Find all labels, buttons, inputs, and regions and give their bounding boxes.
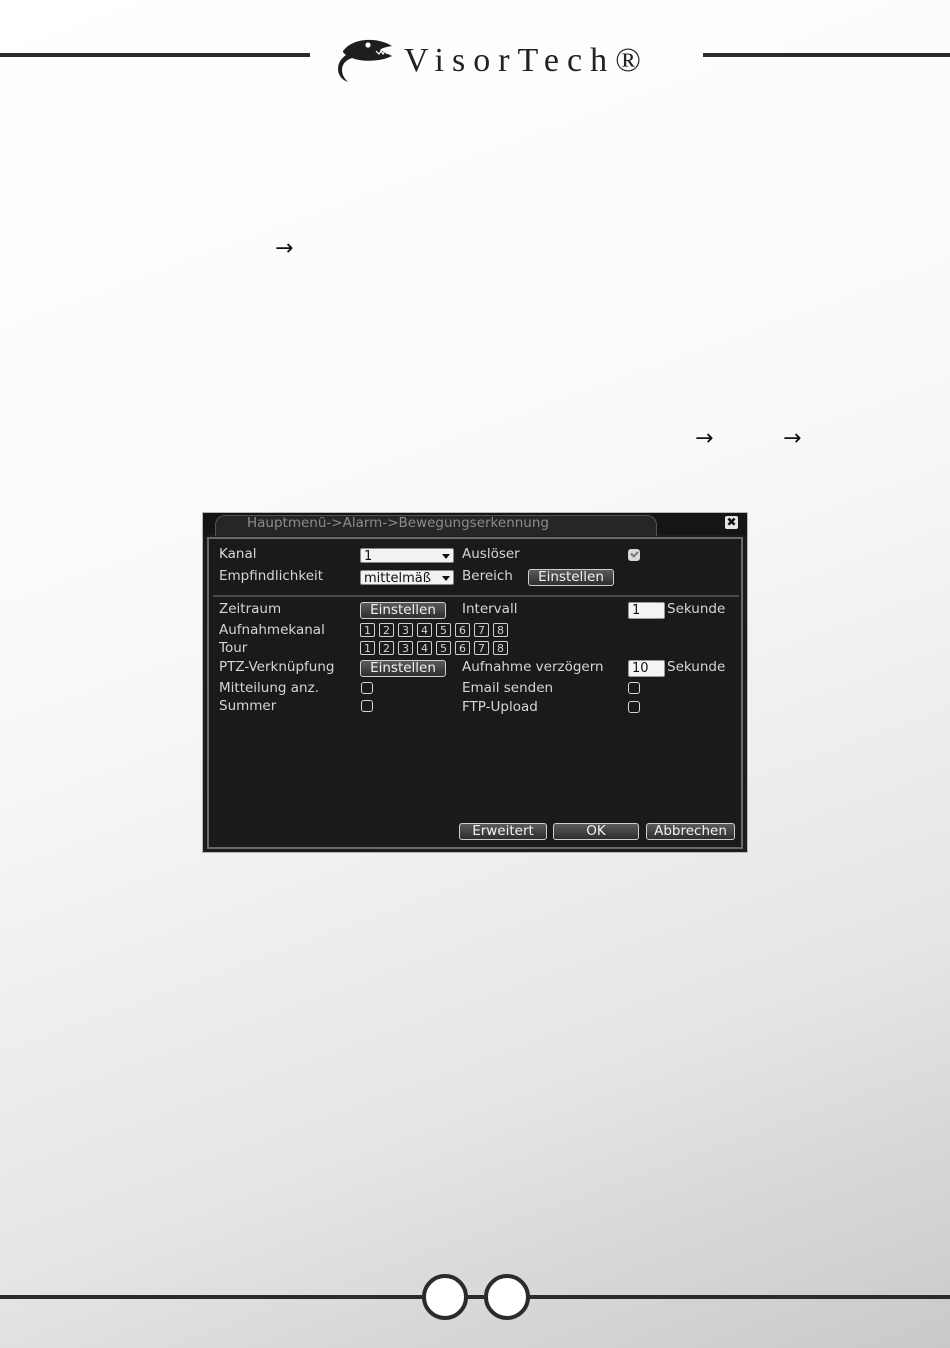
dialog-title: Hauptmenü->Alarm->Bewegungserkennung bbox=[247, 515, 549, 531]
email-checkbox[interactable] bbox=[628, 682, 640, 694]
mitteilung-checkbox[interactable] bbox=[361, 682, 373, 694]
tour-channels: 1 2 3 4 5 6 7 8 bbox=[360, 641, 512, 655]
intervall-unit: Sekunde bbox=[667, 601, 726, 617]
empfindlichkeit-label: Empfindlichkeit bbox=[219, 568, 324, 584]
arrow-icon: → bbox=[695, 426, 714, 451]
aufnahme-verzoegern-unit: Sekunde bbox=[667, 659, 726, 675]
aufnahmekanal-channel-toggle[interactable]: 3 bbox=[398, 623, 413, 637]
ptz-label: PTZ-Verknüpfung bbox=[219, 659, 335, 675]
zeitraum-einstellen-button[interactable]: Einstellen bbox=[360, 602, 446, 619]
empfindlichkeit-value: mittelmäß bbox=[364, 571, 431, 586]
aufnahmekanal-channel-toggle[interactable]: 2 bbox=[379, 623, 394, 637]
empfindlichkeit-select[interactable]: mittelmäß bbox=[360, 570, 454, 586]
aufnahme-verzoegern-label: Aufnahme verzögern bbox=[462, 659, 604, 675]
intervall-input[interactable]: 1 bbox=[628, 602, 665, 619]
header-rule-left bbox=[0, 53, 310, 57]
ausloeser-label: Auslöser bbox=[462, 546, 520, 562]
ok-button[interactable]: OK bbox=[553, 823, 639, 840]
kanal-label: Kanal bbox=[219, 546, 257, 562]
page-number-circle-right bbox=[484, 1274, 530, 1320]
aufnahmekanal-channel-toggle[interactable]: 4 bbox=[417, 623, 432, 637]
aufnahmekanal-label: Aufnahmekanal bbox=[219, 622, 325, 638]
arrow-icon: → bbox=[783, 426, 802, 451]
tour-channel-toggle[interactable]: 4 bbox=[417, 641, 432, 655]
tour-channel-toggle[interactable]: 6 bbox=[455, 641, 470, 655]
section-divider bbox=[213, 595, 739, 597]
aufnahmekanal-channel-toggle[interactable]: 1 bbox=[360, 623, 375, 637]
close-icon[interactable]: ✖ bbox=[725, 516, 738, 529]
chevron-down-icon bbox=[442, 576, 450, 581]
mitteilung-label: Mitteilung anz. bbox=[219, 680, 319, 696]
brand: VisorTech® bbox=[336, 36, 649, 86]
footer-rule bbox=[0, 1295, 950, 1299]
ftp-checkbox[interactable] bbox=[628, 701, 640, 713]
tour-channel-toggle[interactable]: 8 bbox=[493, 641, 508, 655]
tour-channel-toggle[interactable]: 7 bbox=[474, 641, 489, 655]
aufnahmekanal-channel-toggle[interactable]: 7 bbox=[474, 623, 489, 637]
kanal-value: 1 bbox=[364, 549, 373, 564]
brand-name: VisorTech® bbox=[404, 42, 649, 79]
tour-channel-toggle[interactable]: 5 bbox=[436, 641, 451, 655]
tour-channel-toggle[interactable]: 1 bbox=[360, 641, 375, 655]
aufnahmekanal-channel-toggle[interactable]: 8 bbox=[493, 623, 508, 637]
aufnahmekanal-channels: 1 2 3 4 5 6 7 8 bbox=[360, 623, 512, 637]
lizard-logo-icon bbox=[336, 34, 398, 89]
zeitraum-label: Zeitraum bbox=[219, 601, 282, 617]
bereich-einstellen-button[interactable]: Einstellen bbox=[528, 569, 614, 586]
header-rule-right bbox=[703, 53, 950, 57]
ftp-label: FTP-Upload bbox=[462, 699, 538, 715]
erweitert-button[interactable]: Erweitert bbox=[459, 823, 547, 840]
kanal-select[interactable]: 1 bbox=[360, 548, 454, 564]
aufnahme-verzoegern-input[interactable]: 10 bbox=[628, 660, 665, 677]
page-number-circle-left bbox=[422, 1274, 468, 1320]
motion-detection-dialog: Hauptmenü->Alarm->Bewegungserkennung ✖ K… bbox=[202, 512, 748, 853]
summer-checkbox[interactable] bbox=[361, 700, 373, 712]
abbrechen-button[interactable]: Abbrechen bbox=[646, 823, 735, 840]
aufnahmekanal-channel-toggle[interactable]: 5 bbox=[436, 623, 451, 637]
ausloeser-checkbox[interactable] bbox=[628, 549, 640, 561]
tour-channel-toggle[interactable]: 3 bbox=[398, 641, 413, 655]
aufnahmekanal-channel-toggle[interactable]: 6 bbox=[455, 623, 470, 637]
dialog-titlebar: Hauptmenü->Alarm->Bewegungserkennung ✖ bbox=[203, 513, 747, 536]
ptz-einstellen-button[interactable]: Einstellen bbox=[360, 660, 446, 677]
arrow-icon: → bbox=[275, 236, 294, 261]
intervall-label: Intervall bbox=[462, 601, 518, 617]
chevron-down-icon bbox=[442, 554, 450, 559]
tour-label: Tour bbox=[219, 640, 248, 656]
tour-channel-toggle[interactable]: 2 bbox=[379, 641, 394, 655]
bereich-label: Bereich bbox=[462, 568, 513, 584]
summer-label: Summer bbox=[219, 698, 277, 714]
email-label: Email senden bbox=[462, 680, 554, 696]
